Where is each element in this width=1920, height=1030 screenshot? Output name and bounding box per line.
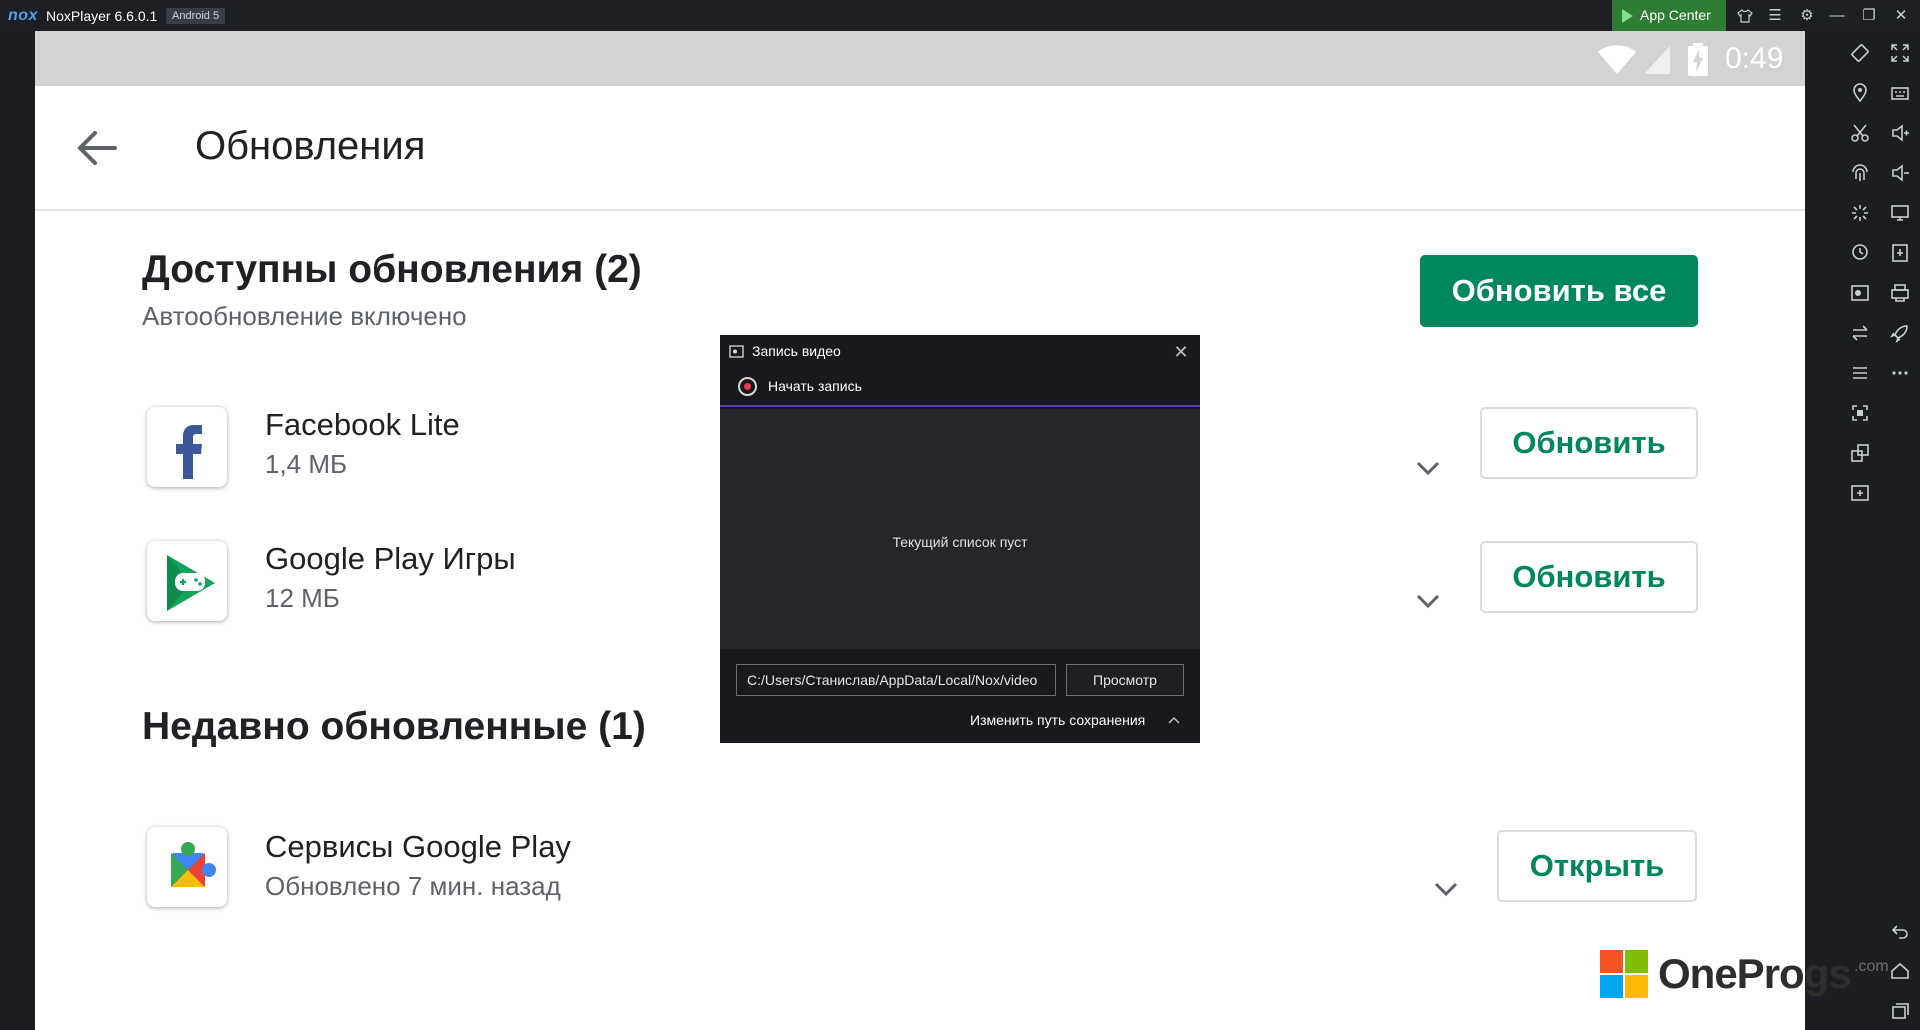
window-titlebar: nox NoxPlayer 6.6.0.1 Android 5 App Cent… [0, 0, 1920, 31]
empty-list-message: Текущий список пуст [892, 534, 1028, 550]
fullscreen-icon[interactable] [1880, 35, 1920, 71]
fingerprint-icon[interactable] [1840, 155, 1880, 191]
chevron-down-icon[interactable] [1415, 593, 1441, 609]
app-updated-time: Обновлено 7 мин. назад [265, 871, 561, 901]
signal-icon [1644, 46, 1670, 74]
screen-monitor-icon[interactable] [1880, 195, 1920, 231]
arrow-left-icon[interactable] [75, 128, 119, 168]
nox-toolbar [1840, 31, 1920, 1030]
video-record-dialog: Запись видео ✕ Начать запись Текущий спи… [720, 335, 1200, 743]
shirt-skin-icon[interactable] [1730, 0, 1760, 31]
keyboard-icon[interactable] [1880, 75, 1920, 111]
volume-down-icon[interactable] [1880, 155, 1920, 191]
page-title: Обновления [195, 124, 426, 168]
watermark-brand: OneProgs [1658, 950, 1852, 997]
save-path-field[interactable]: C:/Users/Станислав/AppData/Local/Nox/vid… [736, 664, 1056, 696]
screenshot-icon[interactable] [1840, 395, 1880, 431]
rotate-screen-icon[interactable] [1840, 35, 1880, 71]
status-bar: 0:49 [35, 31, 1805, 86]
video-record-header: Запись видео ✕ Начать запись [720, 335, 1200, 407]
battery-charging-icon [1688, 43, 1708, 76]
app-center-button[interactable]: App Center [1612, 0, 1726, 31]
window-app-name: NoxPlayer 6.6.0.1 [46, 8, 158, 24]
macro-record-icon[interactable] [1840, 235, 1880, 271]
google-play-services-icon[interactable] [147, 827, 227, 907]
start-record-button[interactable]: Начать запись [768, 378, 862, 394]
open-google-play-services-button[interactable]: Открыть [1497, 830, 1697, 902]
android-version-badge: Android 5 [166, 8, 226, 24]
watermark-suffix: .com [1854, 958, 1889, 975]
restore-icon[interactable]: ❐ [1854, 0, 1884, 31]
app-size-google-play-games: 12 МБ [265, 583, 340, 613]
location-icon[interactable] [1840, 75, 1880, 111]
recordings-list: Текущий список пуст [720, 409, 1200, 649]
auto-update-status: Автообновление включено [142, 301, 467, 331]
app-name-google-play-games: Google Play Игры [265, 541, 516, 576]
chevron-up-icon[interactable] [1167, 715, 1181, 725]
close-window-icon[interactable]: ✕ [1886, 0, 1916, 31]
change-save-path-link[interactable]: Изменить путь сохранения [970, 712, 1145, 728]
facebook-lite-icon[interactable] [147, 407, 227, 487]
video-record-title: Запись видео [752, 343, 841, 359]
start-record-radio[interactable] [738, 377, 757, 396]
wifi-icon [1598, 45, 1636, 74]
scissors-icon[interactable] [1840, 115, 1880, 151]
oneprogs-watermark: OneProgs .com [1600, 950, 1900, 1000]
printer-icon[interactable] [1880, 275, 1920, 311]
nox-logo: nox [8, 7, 38, 24]
chevron-down-icon[interactable] [1415, 460, 1441, 476]
menu-icon[interactable]: ☰ [1760, 0, 1790, 31]
play-store-icon [1622, 9, 1633, 23]
android-back-icon[interactable] [1880, 913, 1920, 949]
list-menu-icon[interactable] [1840, 355, 1880, 391]
app-bar: Обновления [35, 86, 1805, 211]
recently-updated-title: Недавно обновленные (1) [142, 705, 646, 748]
minimize-icon[interactable]: — [1822, 0, 1852, 31]
volume-up-icon[interactable] [1880, 115, 1920, 151]
google-play-games-icon[interactable] [147, 541, 227, 621]
app-name-google-play-services: Сервисы Google Play [265, 829, 571, 864]
app-size-facebook-lite: 1,4 МБ [265, 449, 348, 479]
install-apk-icon[interactable] [1880, 235, 1920, 271]
more-options-icon[interactable] [1880, 355, 1920, 391]
oneprogs-logo-icon [1600, 950, 1648, 998]
close-icon[interactable]: ✕ [1170, 341, 1192, 363]
rocket-icon[interactable] [1880, 315, 1920, 351]
available-updates-title: Доступны обновления (2) [142, 248, 642, 291]
app-center-label: App Center [1640, 7, 1711, 23]
browse-button[interactable]: Просмотр [1066, 664, 1184, 696]
sync-arrows-icon[interactable] [1840, 315, 1880, 351]
status-time: 0:49 [1725, 42, 1784, 75]
multi-instance-icon[interactable] [1840, 435, 1880, 471]
record-camera-icon [729, 345, 744, 358]
app-name-facebook-lite: Facebook Lite [265, 407, 460, 442]
loading-spinner-icon[interactable] [1840, 195, 1880, 231]
add-app-icon[interactable] [1840, 475, 1880, 511]
update-google-play-games-button[interactable]: Обновить [1480, 541, 1698, 613]
update-all-button[interactable]: Обновить все [1420, 255, 1698, 327]
chevron-down-icon[interactable] [1433, 881, 1459, 897]
gear-icon[interactable]: ⚙ [1792, 0, 1822, 31]
video-record-icon[interactable] [1840, 275, 1880, 311]
update-facebook-lite-button[interactable]: Обновить [1480, 407, 1698, 479]
